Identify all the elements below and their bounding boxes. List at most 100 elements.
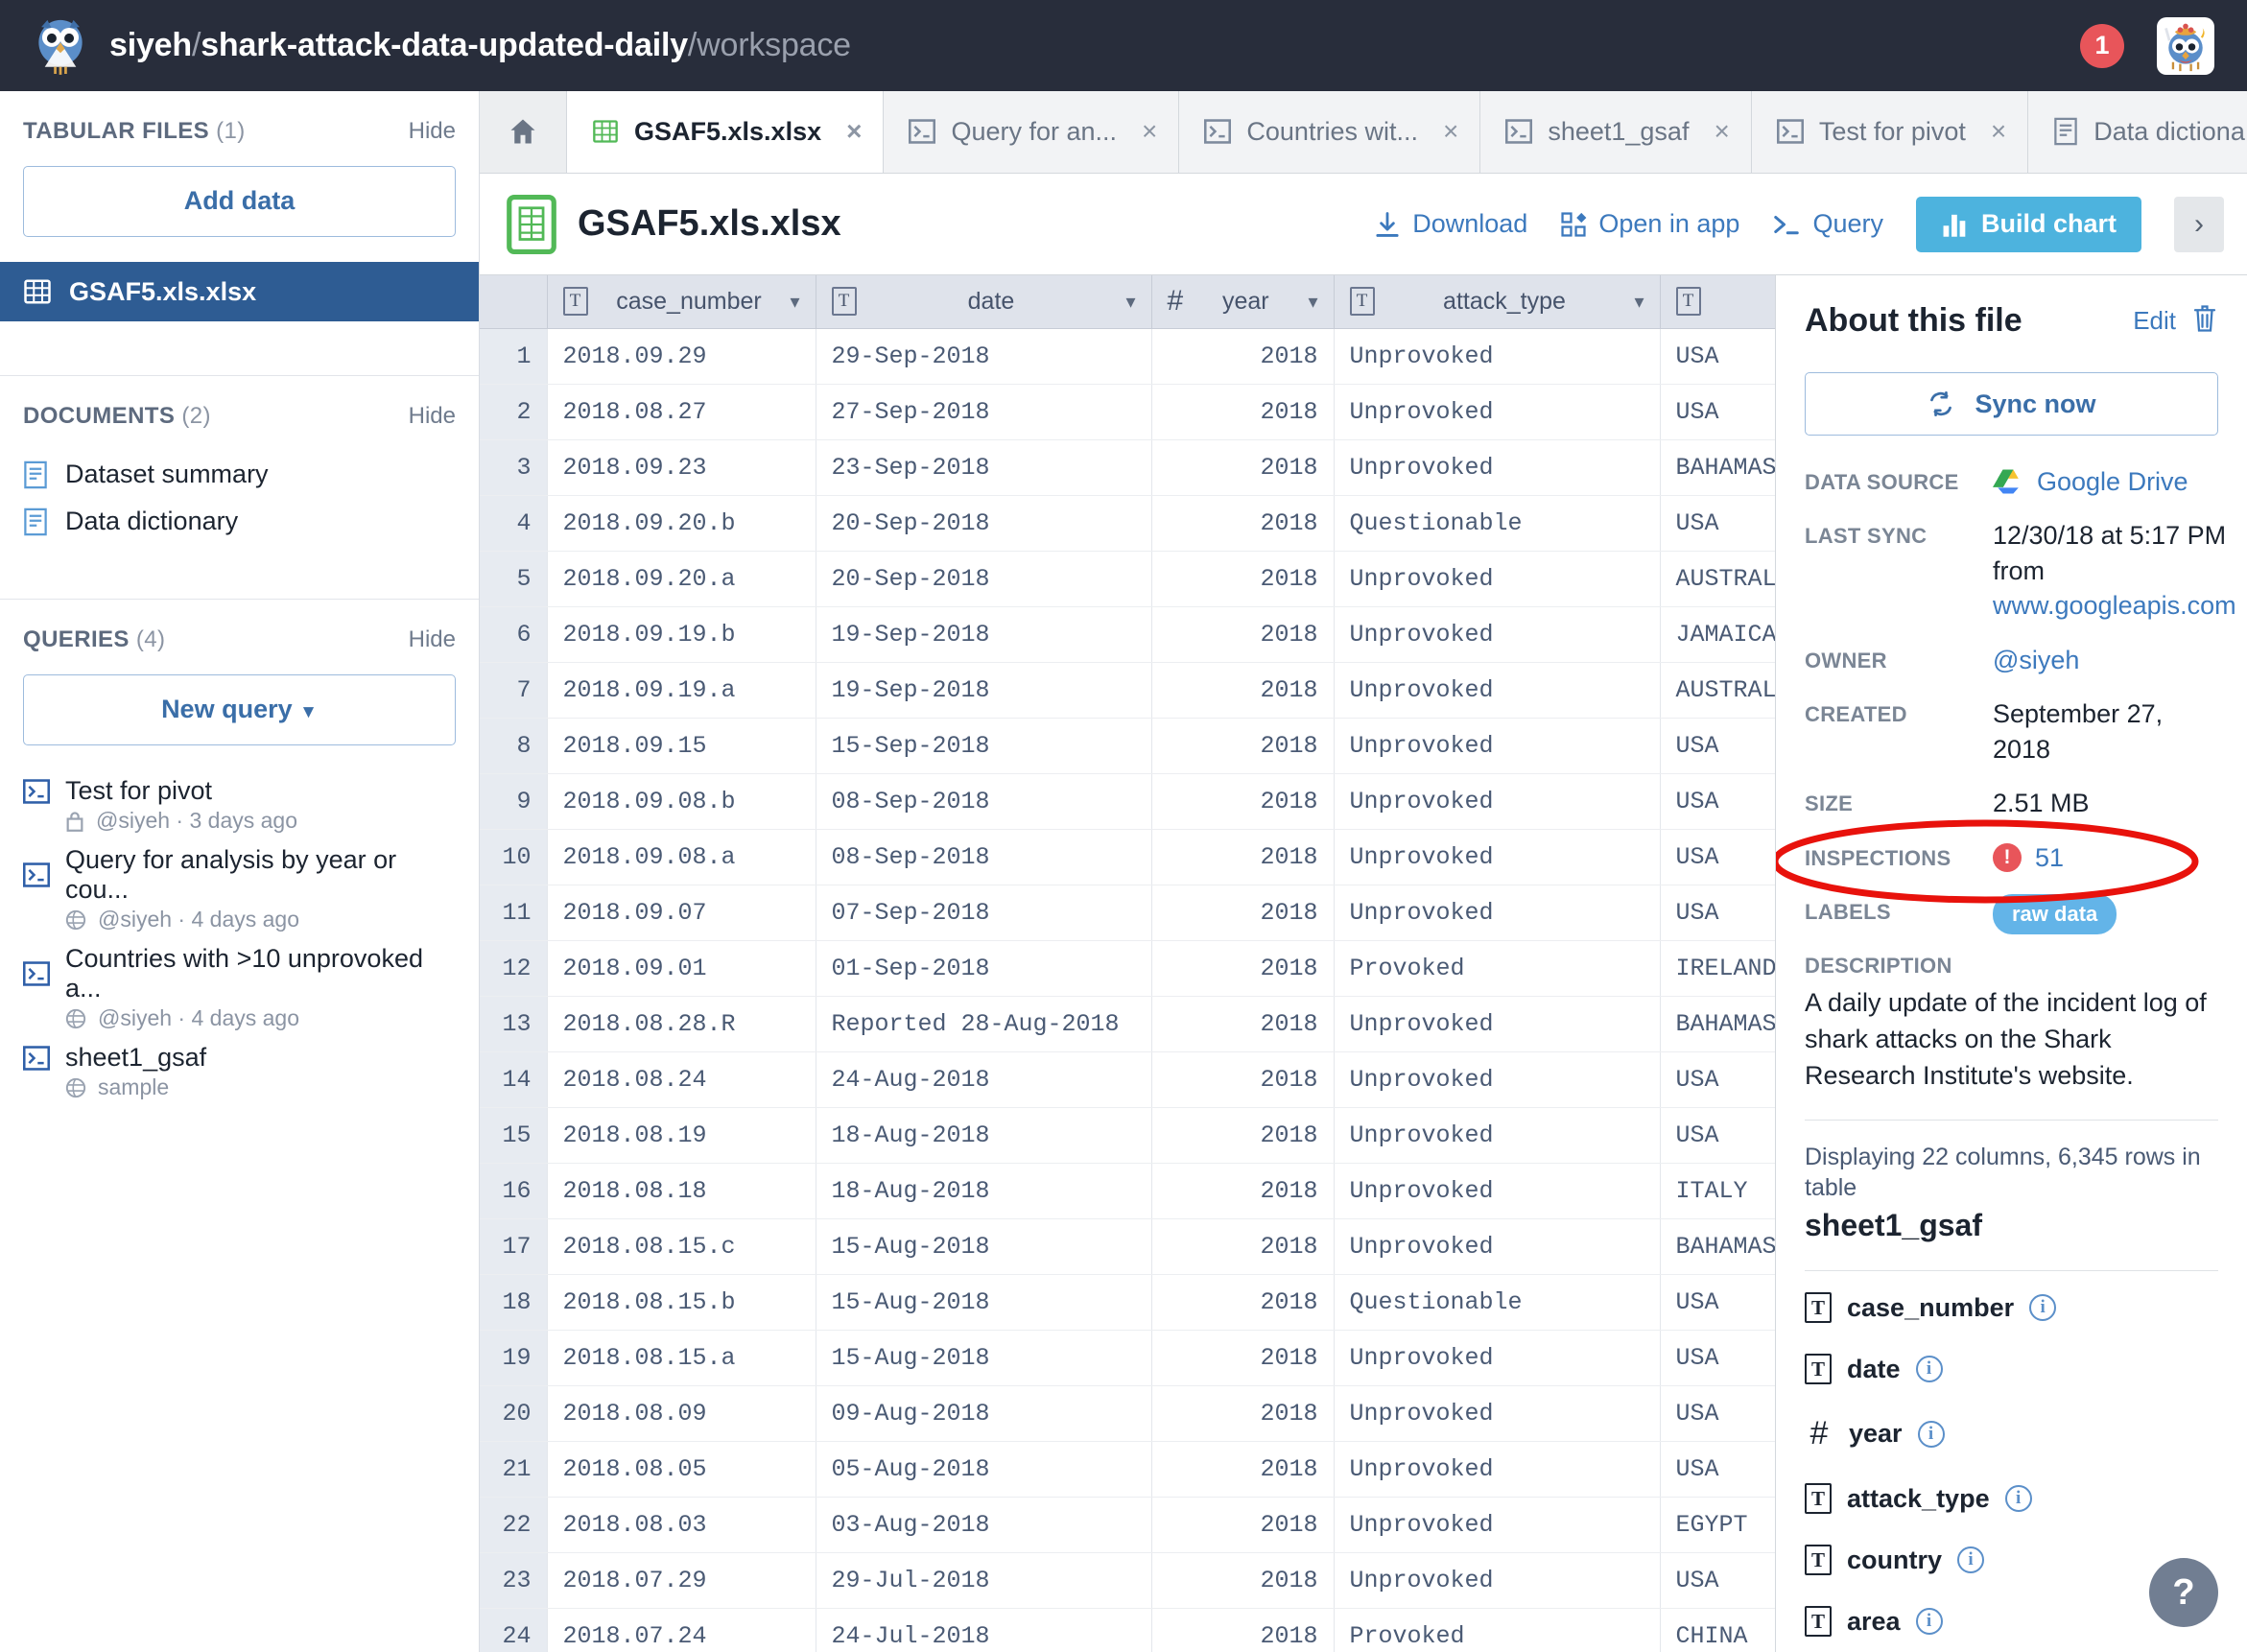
cell-attack-type: Unprovoked <box>1334 1107 1661 1164</box>
table-row[interactable]: 14 2018.08.24 24-Aug-2018 2018 Unprovoked USA <box>480 1051 1775 1108</box>
new-query-button[interactable]: New query ▼ <box>23 674 456 745</box>
cell-attack-type: Unprovoked <box>1334 439 1661 496</box>
table-row[interactable]: 5 2018.09.20.a 20-Sep-2018 2018 Unprovoked AU… <box>480 551 1775 607</box>
sidebar-item-dataset-summary[interactable]: Dataset summary <box>0 451 479 498</box>
last-sync-link[interactable]: www.googleapis.com <box>1993 591 2236 620</box>
field-case-number[interactable]: T case_number i <box>1805 1292 2218 1324</box>
table-row[interactable]: 9 2018.09.08.b 08-Sep-2018 2018 Unprovoked US… <box>480 773 1775 830</box>
tabular-files-hide-button[interactable]: Hide <box>409 118 456 145</box>
status-badge[interactable]: raw data <box>1993 893 2117 934</box>
table-row[interactable]: 24 2018.07.24 24-Jul-2018 2018 Provoked CHINA <box>480 1608 1775 1652</box>
help-button[interactable]: ? <box>2149 1558 2218 1627</box>
field-attack-type[interactable]: T attack_type i <box>1805 1483 2218 1515</box>
sync-now-button[interactable]: Sync now <box>1805 372 2218 436</box>
tab-close-icon[interactable]: × <box>1991 116 2006 147</box>
open-in-app-button[interactable]: Open in app <box>1560 209 1739 239</box>
chevron-down-icon[interactable]: ▾ <box>790 290 799 314</box>
tab-close-icon[interactable]: × <box>1714 116 1729 147</box>
table-row[interactable]: 22 2018.08.03 03-Aug-2018 2018 Unprovoked EGY… <box>480 1497 1775 1553</box>
table-row[interactable]: 16 2018.08.18 18-Aug-2018 2018 Unprovoked ITA… <box>480 1163 1775 1219</box>
tab-sheet1-gsaf[interactable]: sheet1_gsaf × <box>1480 90 1752 173</box>
sidebar-item-gsaf5-file[interactable]: GSAF5.xls.xlsx <box>0 262 479 321</box>
documents-label: DOCUMENTS <box>23 403 176 429</box>
row-number: 4 <box>480 495 548 552</box>
inspections-count[interactable]: 51 <box>2035 840 2064 875</box>
tab-close-icon[interactable]: × <box>846 116 862 147</box>
query-icon <box>23 1045 50 1071</box>
info-icon[interactable]: i <box>1957 1546 1985 1574</box>
table-row[interactable]: 4 2018.09.20.b 20-Sep-2018 2018 Questionable… <box>480 495 1775 552</box>
data-table-container[interactable]: T case_number ▾ T date ▾ # year ▾ T atta… <box>480 274 1775 1652</box>
cell-date: 27-Sep-2018 <box>816 384 1152 440</box>
table-row[interactable]: 13 2018.08.28.R Reported 28-Aug-2018 2018 Un… <box>480 996 1775 1052</box>
table-row[interactable]: 12 2018.09.01 01-Sep-2018 2018 Provoked IRELA… <box>480 940 1775 997</box>
tab-test-for-pivot[interactable]: Test for pivot × <box>1751 90 2029 173</box>
table-row[interactable]: 2 2018.08.27 27-Sep-2018 2018 Unprovoked USA <box>480 384 1775 440</box>
info-icon[interactable]: i <box>1915 1608 1943 1636</box>
add-data-button[interactable]: Add data <box>23 166 456 237</box>
column-header-case-number[interactable]: T case_number ▾ <box>547 275 816 329</box>
owl-logo-icon[interactable] <box>33 16 88 76</box>
table-row[interactable]: 8 2018.09.15 15-Sep-2018 2018 Unprovoked USA <box>480 718 1775 774</box>
meta-value[interactable]: Google Drive <box>1993 464 2188 499</box>
column-header-attack-type[interactable]: T attack_type ▾ <box>1334 275 1661 329</box>
tab-countries-with[interactable]: Countries wit... × <box>1179 90 1481 173</box>
meta-owner: OWNER @siyeh <box>1805 643 2218 677</box>
cell-case-number: 2018.09.01 <box>547 940 816 997</box>
query-icon <box>23 778 50 804</box>
trash-icon[interactable] <box>2191 304 2218 338</box>
list-item[interactable]: Query for analysis by year or cou... @si… <box>0 839 479 938</box>
download-button[interactable]: Download <box>1374 209 1527 239</box>
table-row[interactable]: 6 2018.09.19.b 19-Sep-2018 2018 Unprovoked JA… <box>480 606 1775 663</box>
query-button[interactable]: Query <box>1772 209 1883 239</box>
breadcrumb-dataset[interactable]: shark-attack-data-updated-daily <box>201 27 688 63</box>
list-item[interactable]: Countries with >10 unprovoked a... @siye… <box>0 938 479 1037</box>
list-item[interactable]: sheet1_gsaf sample <box>0 1037 479 1106</box>
list-item[interactable]: Test for pivot @siyeh · 3 days ago <box>0 770 479 839</box>
info-icon[interactable]: i <box>2029 1294 2057 1322</box>
column-header-year[interactable]: # year ▾ <box>1151 275 1335 329</box>
documents-hide-button[interactable]: Hide <box>409 403 456 430</box>
avatar[interactable] <box>2157 16 2214 75</box>
table-row[interactable]: 7 2018.09.19.a 19-Sep-2018 2018 Unprovoked AU… <box>480 662 1775 719</box>
chevron-down-icon[interactable]: ▾ <box>1308 290 1317 314</box>
table-row[interactable]: 11 2018.09.07 07-Sep-2018 2018 Unprovoked USA <box>480 885 1775 941</box>
table-row[interactable]: 23 2018.07.29 29-Jul-2018 2018 Unprovoked USA <box>480 1552 1775 1609</box>
info-icon[interactable]: i <box>1915 1356 1943 1383</box>
table-row[interactable]: 10 2018.09.08.a 08-Sep-2018 2018 Unprovoked U… <box>480 829 1775 885</box>
column-header-country[interactable]: T <box>1660 275 1775 329</box>
tab-close-icon[interactable]: × <box>1142 116 1157 147</box>
table-row[interactable]: 3 2018.09.23 23-Sep-2018 2018 Unprovoked BAHA… <box>480 439 1775 496</box>
sidebar-item-data-dictionary[interactable]: Data dictionary <box>0 498 479 545</box>
owner-link[interactable]: @siyeh <box>1993 646 2079 674</box>
edit-button[interactable]: Edit <box>2133 306 2176 336</box>
table-row[interactable]: 17 2018.08.15.c 15-Aug-2018 2018 Unprovoked B… <box>480 1218 1775 1275</box>
info-icon[interactable]: i <box>1917 1420 1945 1448</box>
breadcrumb-owner[interactable]: siyeh <box>109 27 192 63</box>
notification-badge[interactable]: 1 <box>2080 23 2124 68</box>
tab-close-icon[interactable]: × <box>1443 116 1458 147</box>
table-row[interactable]: 19 2018.08.15.a 15-Aug-2018 2018 Unprovoked U… <box>480 1330 1775 1386</box>
tab-query-for-analysis[interactable]: Query for an... × <box>884 90 1180 173</box>
queries-hide-button[interactable]: Hide <box>409 626 456 653</box>
chevron-down-icon[interactable]: ▾ <box>1634 290 1644 314</box>
table-row[interactable]: 20 2018.08.09 09-Aug-2018 2018 Unprovoked USA <box>480 1385 1775 1442</box>
field-date[interactable]: T date i <box>1805 1354 2218 1385</box>
row-number: 22 <box>480 1497 548 1553</box>
table-row[interactable]: 21 2018.08.05 05-Aug-2018 2018 Unprovoked USA <box>480 1441 1775 1498</box>
more-actions-button[interactable]: › <box>2174 196 2224 252</box>
field-year[interactable]: # year i <box>1805 1415 2218 1452</box>
tab-home[interactable] <box>480 90 567 173</box>
tab-gsaf5-xls-xlsx[interactable]: GSAF5.xls.xlsx × <box>567 90 885 173</box>
table-row[interactable]: 15 2018.08.19 18-Aug-2018 2018 Unprovoked USA <box>480 1107 1775 1164</box>
data-source-value[interactable]: Google Drive <box>2037 464 2188 499</box>
table-row[interactable]: 1 2018.09.29 29-Sep-2018 2018 Unprovoked USA <box>480 328 1775 385</box>
column-header-date[interactable]: T date ▾ <box>816 275 1152 329</box>
build-chart-button[interactable]: Build chart <box>1915 196 2141 252</box>
meta-value[interactable]: ! 51 <box>1993 840 2064 875</box>
info-icon[interactable]: i <box>2004 1485 2032 1513</box>
chevron-down-icon[interactable]: ▾ <box>1125 290 1135 314</box>
breadcrumb-section[interactable]: workspace <box>697 27 851 63</box>
tab-data-dictionary[interactable]: Data dictiona... × <box>2028 90 2247 173</box>
table-row[interactable]: 18 2018.08.15.b 15-Aug-2018 2018 Questionabl… <box>480 1274 1775 1331</box>
